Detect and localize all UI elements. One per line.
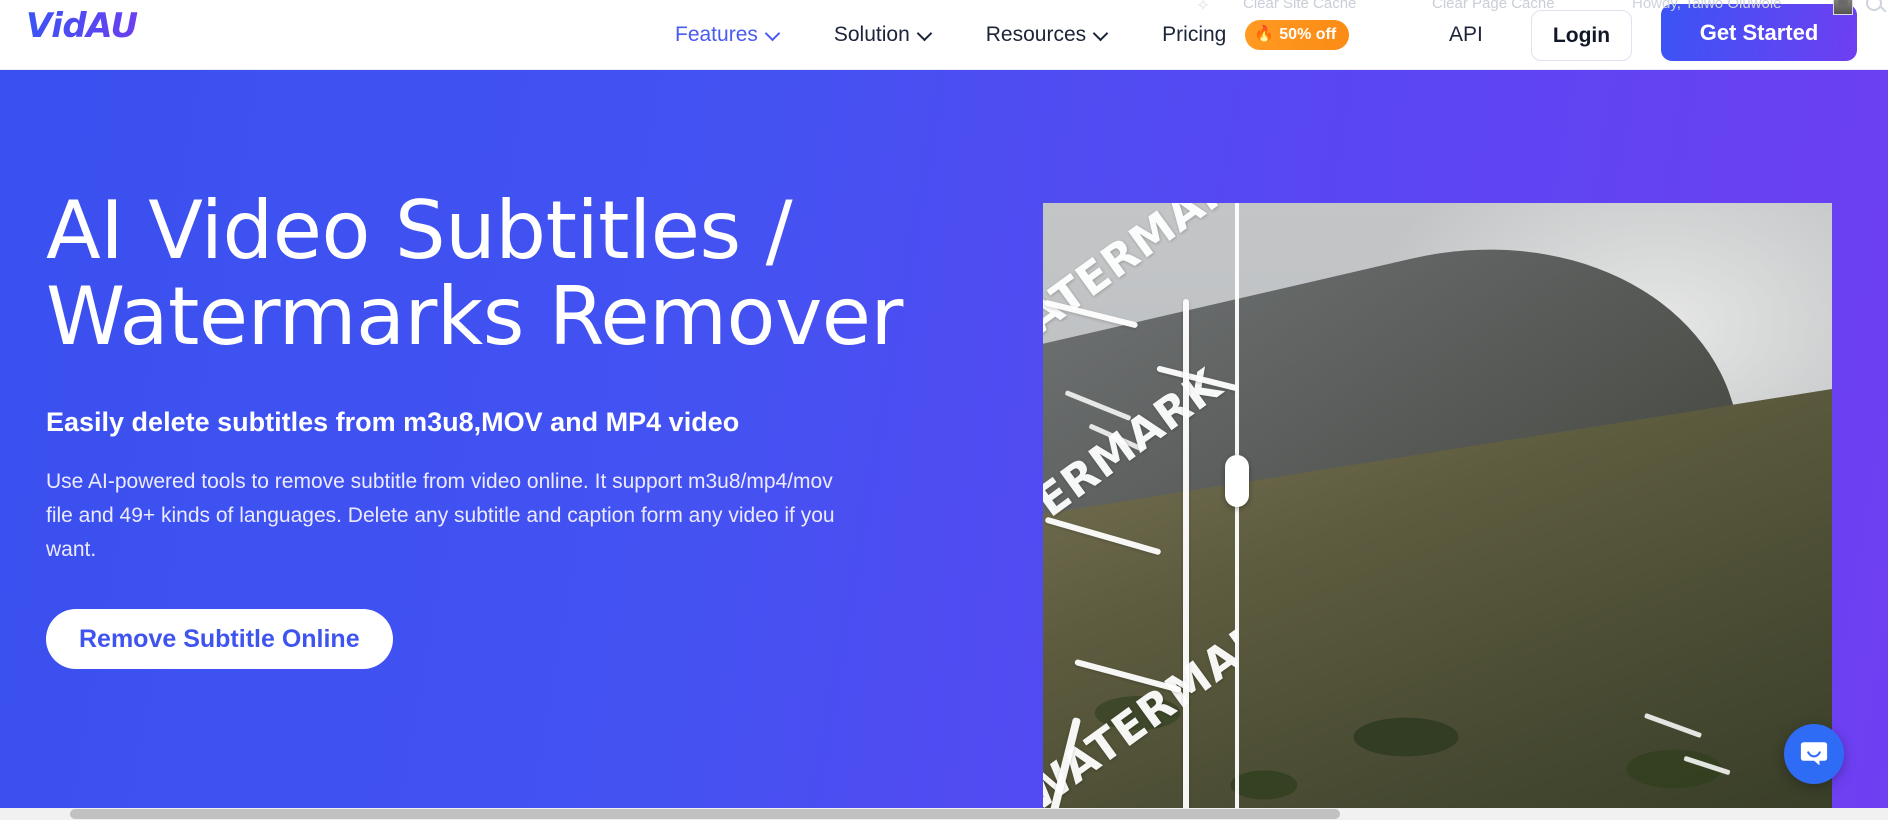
get-started-button[interactable]: Get Started (1661, 4, 1857, 61)
before-after-comparison-player[interactable]: #WATERMARK #WATERMARK #WATERMARK (1043, 203, 1832, 810)
page-title-line-1: AI Video Subtitles / (46, 184, 793, 277)
watermark-text: #WATERMARK (1043, 203, 1237, 395)
hero-section: AI Video Subtitles / Watermarks Remover … (0, 70, 1888, 810)
chevron-down-icon (919, 27, 932, 40)
flame-icon: 🔥 (1254, 26, 1275, 43)
watermark-overlay: #WATERMARK #WATERMARK #WATERMARK (1043, 203, 1237, 810)
nav-item-resources-label: Resources (985, 23, 1087, 46)
hero-description: Use AI-powered tools to remove subtitle … (46, 470, 835, 562)
watermark-text: #WATERMARK (1043, 589, 1237, 810)
login-button[interactable]: Login (1531, 10, 1632, 61)
watermark-text: #WATERMARK (1043, 359, 1232, 615)
chevron-down-icon (1095, 27, 1108, 40)
comparison-slider-handle[interactable] (1225, 455, 1249, 507)
chevron-down-icon (767, 27, 780, 40)
chat-smile-icon (1800, 742, 1828, 766)
nav-item-resources[interactable]: Resources (959, 0, 1135, 70)
nav-item-api[interactable]: API (1449, 0, 1483, 70)
hero-copy-block: AI Video Subtitles / Watermarks Remover … (46, 188, 1046, 670)
nav-item-pricing-label: Pricing (1162, 23, 1227, 46)
page-title-line-2: Watermarks Remover (46, 269, 903, 363)
page-title: AI Video Subtitles / Watermarks Remover (46, 188, 1046, 359)
watermark-streak (1044, 516, 1162, 556)
chat-launcher-button[interactable] (1784, 724, 1844, 784)
primary-nav-menu: Features Solution Resources Pricing 🔥 50… (648, 0, 1376, 70)
nav-item-features-label: Features (675, 23, 758, 46)
top-navigation-bar: VidAU Features Solution Resources Pricin… (0, 0, 1888, 70)
promo-badge[interactable]: 🔥 50% off (1245, 20, 1350, 50)
remove-subtitle-online-button[interactable]: Remove Subtitle Online (46, 609, 393, 670)
promo-badge-label: 50% off (1279, 26, 1337, 43)
watermark-streak (1183, 299, 1189, 810)
scrollbar-thumb[interactable] (70, 809, 1340, 819)
hero-subheading: Easily delete subtitles from m3u8,MOV an… (46, 407, 740, 438)
nav-item-features[interactable]: Features (648, 0, 807, 70)
nav-item-pricing[interactable]: Pricing 🔥 50% off (1135, 0, 1376, 70)
nav-item-solution-label: Solution (833, 23, 910, 46)
site-logo[interactable]: VidAU (26, 6, 138, 46)
nav-item-solution[interactable]: Solution (807, 0, 959, 70)
horizontal-scrollbar[interactable] (0, 808, 1888, 820)
before-side-watermarked: #WATERMARK #WATERMARK #WATERMARK (1043, 203, 1237, 810)
